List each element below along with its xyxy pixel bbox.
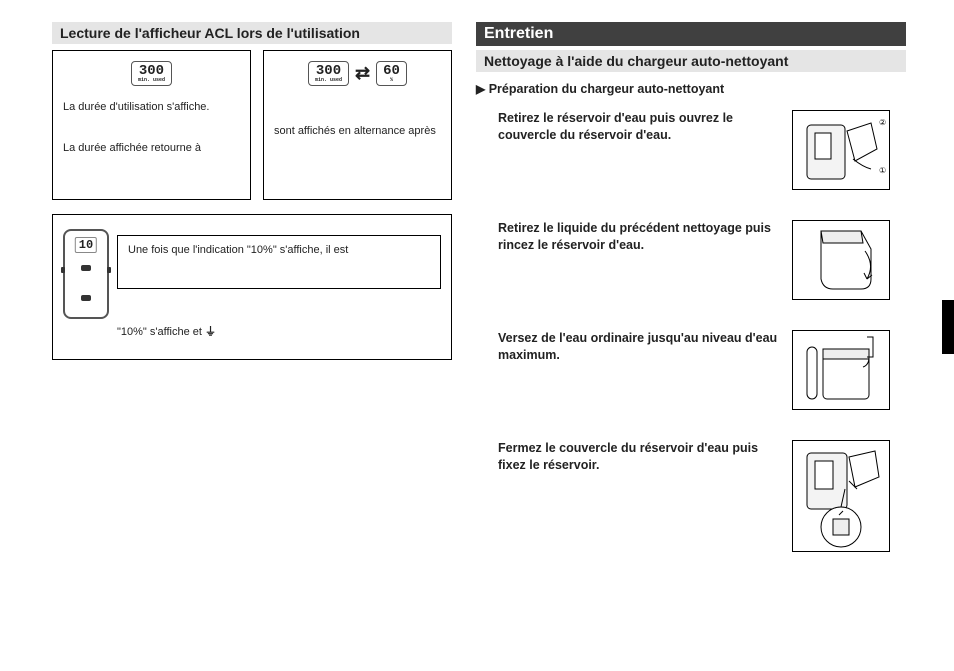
right-section-heading-dark: Entretien: [476, 22, 906, 46]
lcd-display-a: 300 min. used: [131, 61, 172, 86]
step-figure-2: [792, 220, 890, 300]
swap-arrows-icon: ⇄: [355, 61, 370, 86]
triangle-bullet-icon: ▶: [476, 82, 485, 96]
lcd-display-b-left: 300 min. used: [308, 61, 349, 86]
lcd-unit-a: min. used: [138, 78, 165, 83]
step-text: Versez de l'eau ordinaire jusqu'au nivea…: [476, 330, 778, 410]
lcd-b-left-unit: min. used: [315, 78, 342, 83]
step-text: Fermez le couvercle du réservoir d'eau p…: [476, 440, 778, 552]
lcd-display-b-right: 60 %: [376, 61, 407, 86]
box-c-under: "10%" s'affiche et ⏚: [117, 323, 441, 339]
step-row: Retirez le liquide du précédent nettoyag…: [476, 220, 906, 300]
left-section-heading: Lecture de l'afficheur ACL lors de l'uti…: [52, 22, 452, 44]
shaver-lcd-value: 10: [75, 237, 97, 253]
lcd-box-a: 300 min. used La durée d'utilisation s'a…: [52, 50, 251, 200]
svg-text:①: ①: [879, 166, 886, 175]
step-row: Versez de l'eau ordinaire jusqu'au nivea…: [476, 330, 906, 410]
step-figure-1: ② ①: [792, 110, 890, 190]
step-row: Fermez le couvercle du réservoir d'eau p…: [476, 440, 906, 552]
step-row: Retirez le réservoir d'eau puis ouvrez l…: [476, 110, 906, 190]
box-c-callout: Une fois que l'indication "10%" s'affich…: [117, 235, 441, 289]
right-section-heading-sub: Nettoyage à l'aide du chargeur auto-nett…: [476, 50, 906, 72]
step-figure-4: [792, 440, 890, 552]
prep-heading: ▶ Préparation du chargeur auto-nettoyant: [476, 82, 906, 96]
box-b-line1: sont affichés en alternance après: [274, 124, 441, 139]
step-figure-3: [792, 330, 890, 410]
lcd-box-c: 10 Une fois que l'indication "10%" s'aff…: [52, 214, 452, 360]
shaver-illustration: 10: [63, 229, 109, 319]
page-edge-tab: [942, 300, 954, 354]
box-a-line1: La durée d'utilisation s'affiche.: [63, 100, 240, 115]
box-a-line2: La durée affichée retourne à: [63, 141, 240, 156]
plug-icon: ⏚: [205, 326, 216, 338]
svg-text:②: ②: [879, 118, 886, 127]
step-text: Retirez le liquide du précédent nettoyag…: [476, 220, 778, 300]
step-text: Retirez le réservoir d'eau puis ouvrez l…: [476, 110, 778, 190]
lcd-box-b: 300 min. used ⇄ 60 % sont affichés en al…: [263, 50, 452, 200]
